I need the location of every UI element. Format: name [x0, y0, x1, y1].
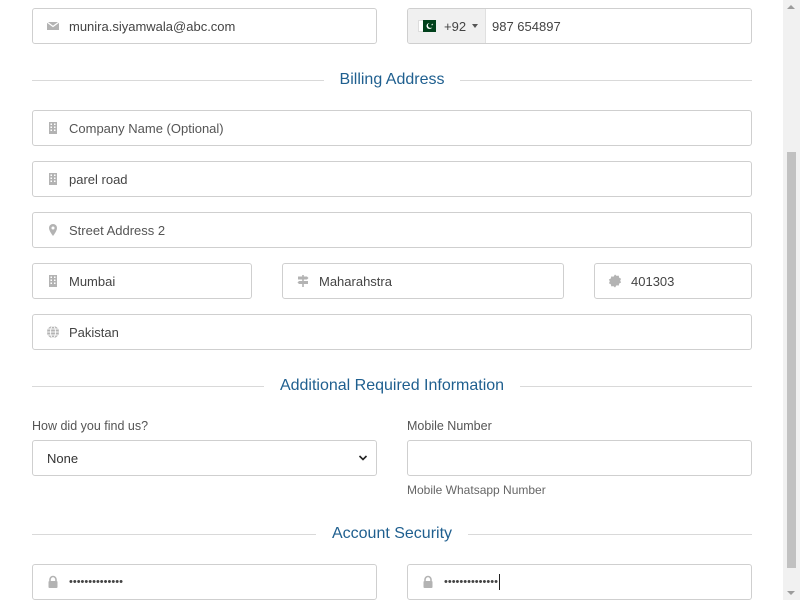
mobile-number-input[interactable]	[407, 440, 752, 476]
state-value: Maharahstra	[319, 273, 392, 289]
envelope-icon	[46, 19, 60, 33]
mobile-number-label: Mobile Number	[407, 419, 492, 433]
confirm-password-masked-value: ••••••••••••••	[444, 576, 498, 588]
pakistan-flag-icon	[418, 20, 436, 32]
building-icon	[46, 274, 60, 288]
additional-info-heading: Additional Required Information	[32, 374, 753, 398]
text-cursor	[498, 574, 500, 590]
building-icon	[46, 172, 60, 186]
scrollbar-thumb[interactable]	[787, 152, 796, 568]
street-address-2-field[interactable]: Street Address 2	[32, 212, 752, 248]
company-name-field[interactable]: Company Name (Optional)	[32, 110, 752, 146]
lock-icon	[421, 575, 435, 589]
billing-address-heading: Billing Address	[32, 68, 753, 92]
postcode-value: 401303	[631, 273, 675, 289]
building-icon	[46, 121, 60, 135]
postcode-field[interactable]: 401303	[594, 263, 752, 299]
city-field[interactable]: Mumbai	[32, 263, 252, 299]
phone-number-value: 987 654897	[492, 18, 561, 34]
street-address-1-field[interactable]: parel road	[32, 161, 752, 197]
city-value: Mumbai	[69, 273, 116, 289]
find-us-select[interactable]: None	[32, 440, 377, 476]
state-field[interactable]: Maharahstra	[282, 263, 564, 299]
password-field[interactable]: ••••••••••••••	[32, 564, 377, 600]
company-name-placeholder: Company Name (Optional)	[69, 120, 224, 136]
find-us-label: How did you find us?	[32, 419, 149, 433]
password-masked-value: ••••••••••••••	[69, 576, 123, 588]
street-address-1-value: parel road	[69, 171, 128, 187]
certificate-icon	[608, 274, 622, 288]
caret-down-icon	[472, 24, 479, 28]
chevron-down-icon	[358, 451, 368, 466]
scroll-down-arrow-icon[interactable]	[787, 591, 795, 595]
signpost-icon	[296, 274, 310, 288]
country-code-selector[interactable]: +92	[408, 9, 486, 43]
lock-icon	[46, 575, 60, 589]
phone-field[interactable]: +92 987 654897	[407, 8, 752, 44]
country-value: Pakistan	[69, 324, 119, 340]
map-marker-icon	[46, 223, 60, 237]
find-us-selected-value: None	[47, 450, 79, 466]
country-field[interactable]: Pakistan	[32, 314, 752, 350]
vertical-scrollbar[interactable]	[783, 0, 800, 600]
confirm-password-field[interactable]: ••••••••••••••	[407, 564, 752, 600]
additional-info-title: Additional Required Information	[279, 377, 505, 394]
dial-code: +92	[444, 18, 467, 34]
account-security-heading: Account Security	[32, 522, 752, 546]
scroll-up-arrow-icon[interactable]	[787, 5, 795, 9]
mobile-number-help: Mobile Whatsapp Number	[407, 483, 546, 497]
street-address-2-placeholder: Street Address 2	[69, 222, 166, 238]
billing-address-title: Billing Address	[339, 71, 445, 88]
account-security-title: Account Security	[331, 525, 453, 542]
globe-icon	[46, 325, 60, 339]
email-field[interactable]: munira.siyamwala@abc.com	[32, 8, 377, 44]
email-value: munira.siyamwala@abc.com	[69, 18, 236, 34]
